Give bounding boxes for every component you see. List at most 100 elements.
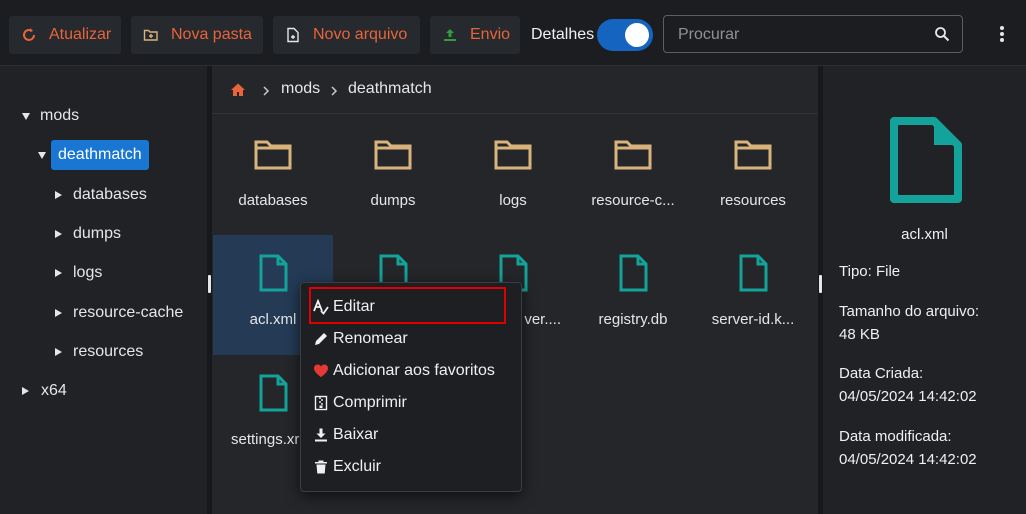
pencil-icon	[313, 331, 329, 347]
menu-item-download[interactable]: Baixar	[301, 419, 521, 451]
folder-icon	[734, 140, 772, 170]
new-file-button[interactable]: Novo arquivo	[273, 16, 420, 54]
menu-item-delete[interactable]: Excluir	[301, 451, 521, 483]
tree-item-databases[interactable]: databases	[55, 178, 147, 212]
caret-right-icon[interactable]	[55, 269, 62, 277]
menu-item-label: Renomear	[333, 330, 408, 347]
details-splitter-handle[interactable]	[819, 275, 822, 293]
details-toggle-label: Detalhes	[531, 26, 595, 43]
details-file-name: acl.xml	[901, 226, 948, 243]
details-created-value: 04/05/2024 14:42:02	[839, 388, 977, 405]
archive-icon	[313, 395, 329, 411]
tree-item-label: resource-cache	[73, 304, 184, 321]
details-modified-label: Data modificada:	[839, 428, 952, 445]
folder-tree: mods deathmatch databases dumps logs res…	[0, 66, 207, 514]
file-tile[interactable]: server-id.k...	[693, 235, 813, 355]
folder-icon	[614, 140, 652, 170]
file-icon	[619, 254, 648, 292]
menu-item-rename[interactable]: Renomear	[301, 323, 521, 355]
file-icon	[890, 117, 962, 203]
tree-item-label: mods	[40, 107, 80, 124]
menu-item-label: Excluir	[333, 458, 382, 475]
menu-item-compress[interactable]: Comprimir	[301, 387, 521, 419]
tree-splitter-handle[interactable]	[208, 275, 211, 293]
more-options-icon[interactable]	[995, 24, 1009, 44]
file-tile[interactable]: databases	[213, 116, 333, 236]
download-icon	[313, 427, 329, 443]
file-icon	[739, 254, 768, 292]
search-icon[interactable]	[934, 26, 950, 42]
tree-item-mods[interactable]: mods	[22, 99, 79, 133]
folder-icon	[374, 140, 412, 170]
new-folder-label: Nova pasta	[171, 26, 252, 43]
file-name: logs	[499, 192, 527, 209]
file-tile[interactable]: resource-c...	[573, 116, 693, 236]
search-box	[663, 15, 963, 53]
tree-item-label: logs	[73, 264, 103, 281]
breadcrumb: mods deathmatch	[212, 66, 818, 114]
chevron-right-icon	[262, 84, 270, 96]
refresh-icon	[21, 27, 37, 43]
highlight-box	[309, 287, 506, 324]
search-input[interactable]	[678, 25, 918, 45]
new-folder-button[interactable]: Nova pasta	[131, 16, 263, 54]
file-name: registry.db	[598, 311, 668, 328]
file-icon	[259, 374, 288, 412]
toggle-knob	[625, 23, 649, 47]
file-icon	[259, 254, 288, 292]
trash-icon	[313, 459, 329, 475]
file-name: dumps	[370, 192, 416, 209]
menu-item-label: Adicionar aos favoritos	[333, 362, 495, 379]
refresh-label: Atualizar	[49, 26, 112, 43]
caret-right-icon[interactable]	[55, 191, 62, 199]
tree-item-dumps[interactable]: dumps	[55, 217, 121, 251]
details-modified-value: 04/05/2024 14:42:02	[839, 451, 977, 468]
breadcrumb-item-deathmatch[interactable]: deathmatch	[348, 80, 432, 98]
tree-item-x64[interactable]: x64	[22, 374, 67, 408]
caret-right-icon[interactable]	[55, 230, 62, 238]
details-size-value: 48 KB	[839, 326, 880, 343]
toolbar: Atualizar Nova pasta Novo arquivo Envio …	[0, 0, 1026, 66]
tree-item-deathmatch[interactable]: deathmatch	[38, 138, 149, 172]
file-tile[interactable]: logs	[453, 116, 573, 236]
file-tile[interactable]: dumps	[333, 116, 453, 236]
new-file-label: Novo arquivo	[313, 26, 408, 43]
tree-item-label: deathmatch	[51, 140, 149, 170]
home-icon[interactable]	[230, 82, 246, 98]
menu-item-add-favorites[interactable]: Adicionar aos favoritos	[301, 355, 521, 387]
file-name: databases	[238, 192, 308, 209]
upload-button[interactable]: Envio	[430, 16, 520, 54]
tree-item-resources[interactable]: resources	[55, 335, 143, 369]
menu-item-label: Baixar	[333, 426, 379, 443]
file-tile[interactable]: resources	[693, 116, 813, 236]
details-pane: acl.xml Tipo: File Tamanho do arquivo: 4…	[823, 66, 1026, 514]
tree-item-label: x64	[41, 382, 67, 399]
refresh-button[interactable]: Atualizar	[9, 16, 121, 54]
breadcrumb-item-mods[interactable]: mods	[281, 80, 320, 98]
file-name: server-id.k...	[711, 311, 795, 328]
caret-down-icon[interactable]	[22, 112, 30, 120]
chevron-right-icon	[330, 84, 338, 96]
tree-item-logs[interactable]: logs	[55, 256, 102, 290]
details-toggle[interactable]	[597, 19, 653, 51]
file-tile[interactable]: registry.db	[573, 235, 693, 355]
folder-icon	[254, 140, 292, 170]
details-created-label: Data Criada:	[839, 365, 924, 382]
caret-right-icon[interactable]	[55, 348, 62, 356]
folder-icon	[494, 140, 532, 170]
details-type: Tipo: File	[839, 263, 901, 280]
menu-item-label: Comprimir	[333, 394, 407, 411]
upload-icon	[442, 27, 458, 43]
caret-right-icon[interactable]	[55, 309, 62, 317]
caret-down-icon[interactable]	[38, 151, 46, 159]
heart-icon	[313, 363, 329, 379]
file-plus-icon	[285, 27, 301, 43]
file-name: resources	[720, 192, 786, 209]
tree-item-label: resources	[73, 343, 144, 360]
tree-item-resource-cache[interactable]: resource-cache	[55, 296, 183, 330]
file-name: resource-c...	[591, 192, 675, 209]
upload-label: Envio	[470, 26, 511, 43]
tree-item-label: dumps	[73, 225, 122, 242]
caret-right-icon[interactable]	[22, 387, 29, 395]
folder-plus-icon	[143, 27, 159, 43]
